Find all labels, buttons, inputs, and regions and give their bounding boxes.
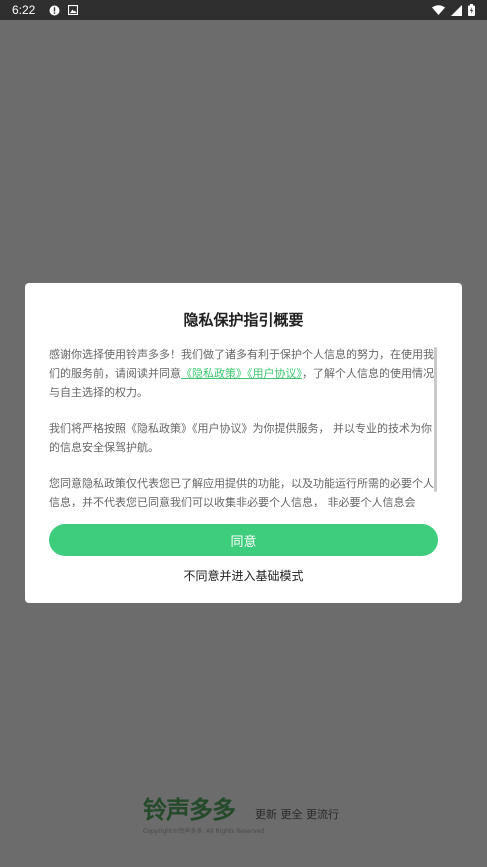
agree-button[interactable]: 同意 (49, 524, 438, 556)
image-notification-icon (68, 5, 79, 15)
user-agreement-link[interactable]: 《用户协议》 (247, 367, 302, 380)
basic-mode-link[interactable]: 不同意并进入基础模式 (25, 567, 462, 584)
privacy-policy-link[interactable]: 《隐私政策》 (181, 367, 247, 380)
privacy-dialog: 隐私保护指引概要 感谢你选择使用铃声多多！我们做了诸多有利于保护个人信息的努力，… (25, 283, 462, 603)
privacy-paragraph-2: 我们将严格按照《隐私政策》《用户协议》为你提供服务， 并以专业的技术为你的信息安… (49, 422, 432, 454)
alert-notification-icon (49, 5, 60, 16)
privacy-paragraph-3: 您同意隐私政策仅代表您已了解应用提供的功能，以及功能运行所需的必要个人信息，并不… (49, 477, 434, 507)
content-scrollbar[interactable] (434, 347, 437, 492)
dialog-title: 隐私保护指引概要 (183, 311, 304, 329)
privacy-paragraph-1: 感谢你选择使用铃声多多！我们做了诸多有利于保护个人信息的努力，在使用我们的服务前… (49, 345, 437, 402)
brand-logo: 铃声多多 (143, 796, 236, 824)
brand-copyright: Copyright©铃声多多. All Rights Reserved (143, 828, 265, 835)
status-right-icons (432, 4, 475, 16)
privacy-content[interactable]: 感谢你选择使用铃声多多！我们做了诸多有利于保护个人信息的努力，在使用我们的服务前… (49, 345, 437, 507)
brand-footer: 铃声多多 更新 更全 更流行 Copyright©铃声多多. All Right… (143, 790, 363, 840)
status-bar: 6:22 (0, 0, 487, 20)
battery-icon (468, 4, 475, 16)
status-time: 6:22 (12, 3, 36, 17)
wifi-icon (432, 5, 445, 15)
brand-slogan: 更新 更全 更流行 (255, 808, 339, 821)
signal-icon (451, 4, 462, 16)
